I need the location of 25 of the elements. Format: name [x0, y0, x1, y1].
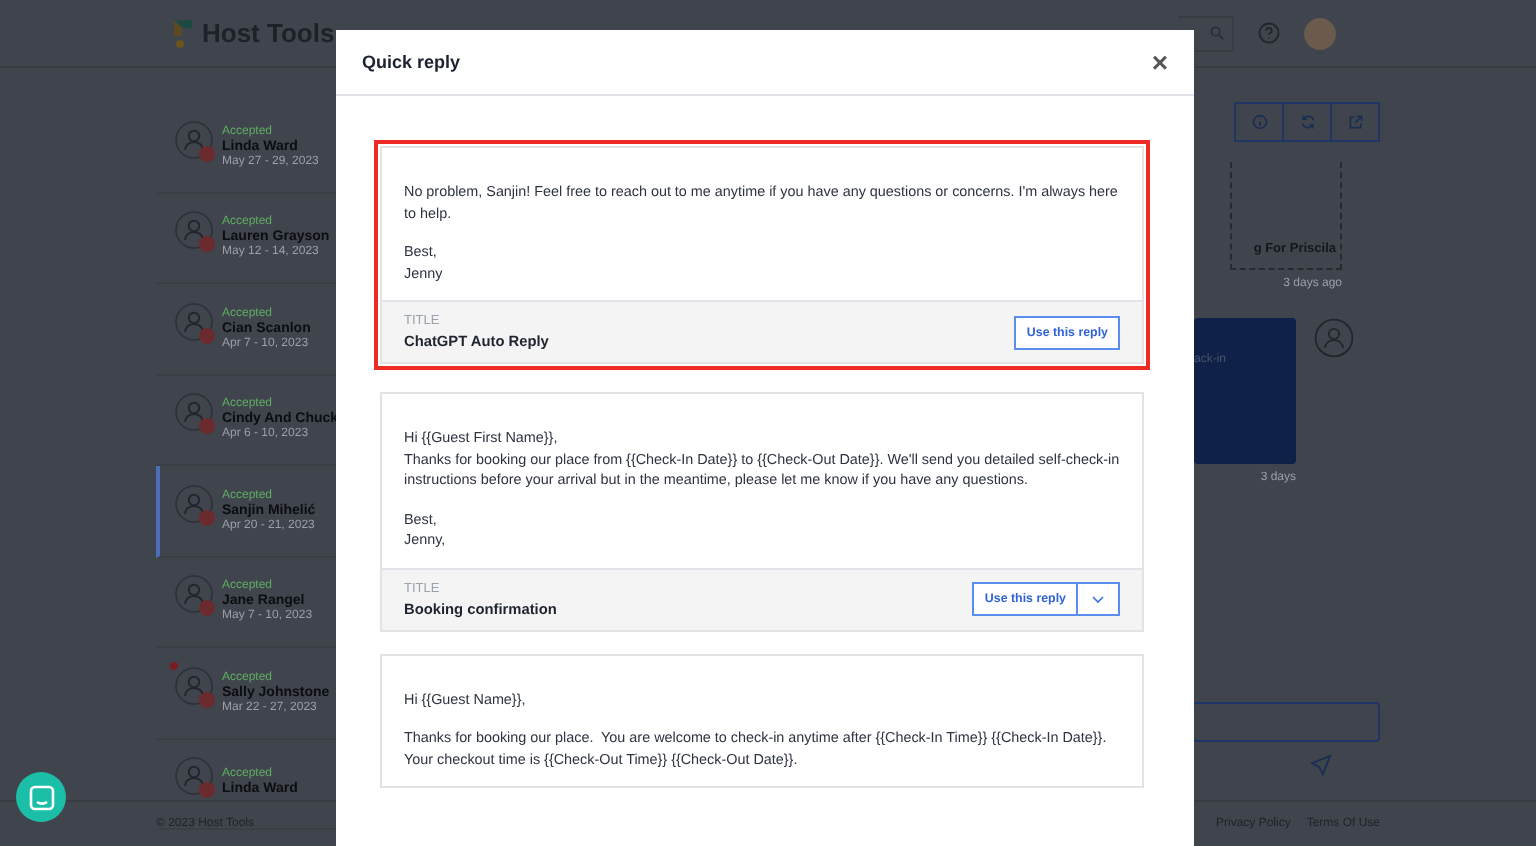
info-icon — [1251, 114, 1267, 130]
open-external-button[interactable] — [1330, 102, 1380, 142]
close-button[interactable]: × — [1145, 48, 1174, 76]
caret-icon — [1092, 595, 1104, 603]
refresh-button[interactable] — [1282, 102, 1332, 142]
chat-icon — [27, 783, 55, 811]
info-button[interactable] — [1234, 102, 1284, 142]
help-icon[interactable] — [1258, 22, 1280, 44]
logo-icon — [172, 17, 194, 49]
guest-avatar-icon — [174, 483, 218, 528]
search-icon — [1210, 26, 1224, 40]
external-link-icon — [1347, 114, 1363, 130]
refresh-icon — [1299, 114, 1315, 130]
guest-avatar-icon — [174, 119, 218, 164]
dropdown-button[interactable] — [1078, 582, 1120, 616]
chat-button[interactable] — [16, 772, 66, 822]
guest-avatar-icon — [174, 574, 218, 619]
send-icon[interactable] — [1310, 754, 1332, 776]
guest-avatar-icon — [174, 665, 218, 710]
user-avatar-icon — [1314, 318, 1354, 358]
guest-avatar-icon — [174, 301, 218, 346]
guest-avatar-icon — [174, 210, 218, 255]
dialog-title: Quick reply — [362, 52, 461, 72]
guest-avatar-icon — [174, 392, 218, 437]
user-avatar[interactable] — [1304, 17, 1336, 49]
